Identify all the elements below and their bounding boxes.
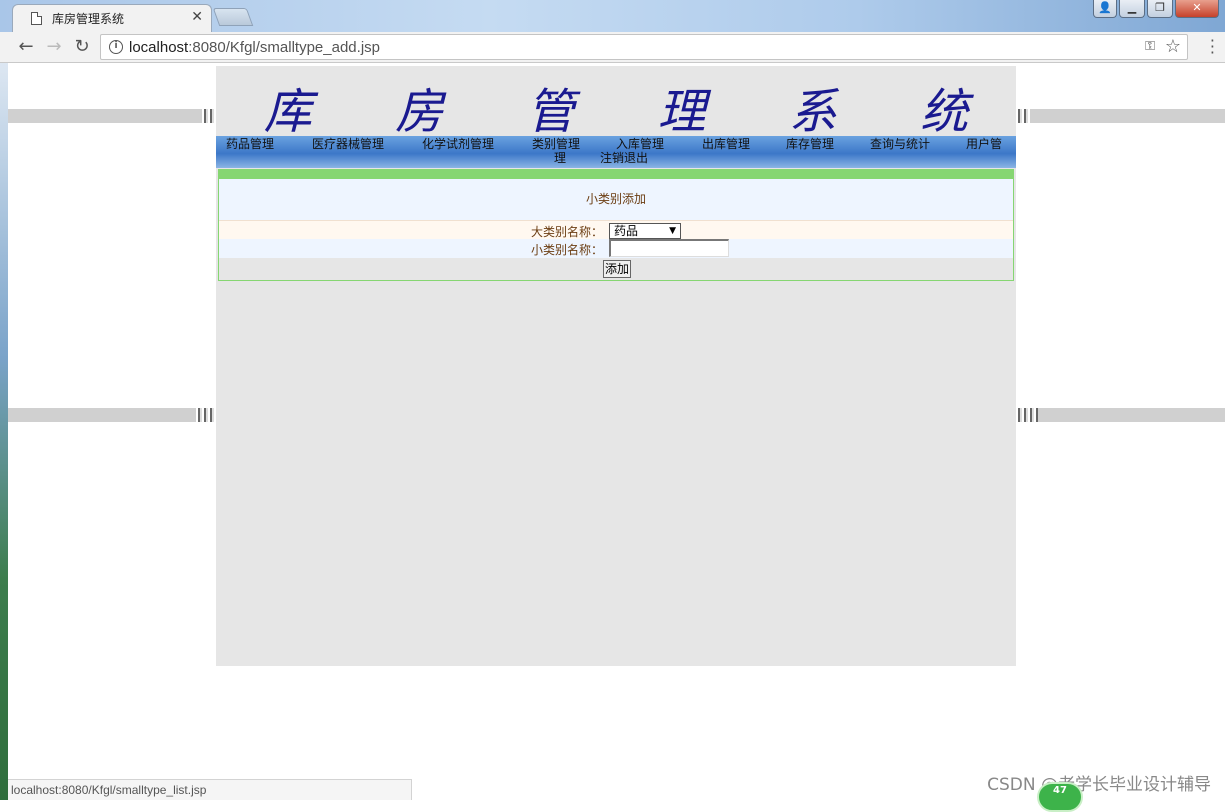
decor-bar-cap <box>1016 408 1038 422</box>
site-title: 库 房 管 理 系 统 <box>263 84 1003 140</box>
decor-bar <box>1030 109 1225 123</box>
reload-icon[interactable]: ↻ <box>70 36 94 57</box>
menu-users[interactable]: 用户管 <box>966 137 1002 152</box>
menu-query[interactable]: 查询与统计 <box>870 137 930 152</box>
new-tab-button[interactable] <box>212 8 254 26</box>
main-menu: 药品管理 医疗器械管理 化学试剂管理 类别管理 理 入库管理 出库管理 库存管理… <box>216 136 1016 168</box>
menu-stock[interactable]: 库存管理 <box>786 137 834 152</box>
close-window-button[interactable]: ✕ <box>1175 0 1219 18</box>
floating-badge[interactable]: 47 <box>1037 782 1083 812</box>
browser-toolbar: ← → ↻ i localhost:8080/Kfgl/smalltype_ad… <box>0 32 1225 63</box>
big-type-label: 大类别名称： <box>530 225 603 239</box>
status-bar-url: localhost:8080/Kfgl/smalltype_list.jsp <box>8 779 412 800</box>
minimize-button[interactable]: ▁ <box>1119 0 1145 18</box>
form-header-bar <box>218 169 1014 179</box>
kebab-menu-icon[interactable]: · · · <box>1210 33 1215 61</box>
decor-bar-cap <box>196 408 216 422</box>
menu-reagents[interactable]: 化学试剂管理 <box>422 137 494 152</box>
url-path: :8080/Kfgl/smalltype_add.jsp <box>188 38 380 56</box>
page-icon <box>31 12 42 25</box>
desktop-edge <box>0 63 8 800</box>
form-row-big-type: 大类别名称： 药品 ▼ <box>219 220 1013 239</box>
back-arrow-icon[interactable]: ← <box>14 36 38 57</box>
menu-logout[interactable]: 注销退出 <box>600 151 648 166</box>
forward-arrow-icon[interactable]: → <box>42 36 66 57</box>
browser-titlebar: 库房管理系统 ✕ 👤 ▁ ❐ ✕ <box>0 0 1225 32</box>
close-tab-icon[interactable]: ✕ <box>191 9 203 25</box>
big-type-selected: 药品 <box>614 224 639 238</box>
add-button[interactable]: 添加 <box>603 260 631 278</box>
key-icon[interactable]: ⚿ <box>1145 39 1155 54</box>
url-host: localhost <box>129 38 189 56</box>
tab-title: 库房管理系统 <box>52 12 125 26</box>
form-row-small-type: 小类别名称： <box>219 239 1013 258</box>
page-container: 库 房 管 理 系 统 药品管理 医疗器械管理 化学试剂管理 类别管理 理 入库… <box>216 66 1016 666</box>
small-type-label: 小类别名称： <box>530 243 603 257</box>
dropdown-arrow-icon: ▼ <box>669 226 676 236</box>
url-text: localhost:8080/Kfgl/smalltype_add.jsp <box>129 39 380 56</box>
menu-outbound[interactable]: 出库管理 <box>702 137 750 152</box>
menu-categories[interactable]: 类别管理 <box>532 137 580 152</box>
decor-bar <box>8 408 204 422</box>
maximize-button[interactable]: ❐ <box>1147 0 1173 18</box>
browser-tab[interactable]: 库房管理系统 ✕ <box>12 4 212 32</box>
decor-bar <box>8 109 204 123</box>
site-banner: 库 房 管 理 系 统 <box>216 66 1016 140</box>
small-type-input[interactable] <box>609 239 729 257</box>
decor-bar-cap <box>202 109 216 123</box>
big-type-select[interactable]: 药品 ▼ <box>609 223 681 239</box>
user-icon[interactable]: 👤 <box>1093 0 1117 18</box>
window-controls: 👤 ▁ ❐ ✕ <box>1093 0 1219 18</box>
menu-categories-wrap[interactable]: 理 <box>554 151 566 166</box>
info-icon[interactable]: i <box>109 40 123 54</box>
menu-devices[interactable]: 医疗器械管理 <box>312 137 384 152</box>
decor-bar-cap <box>1016 109 1030 123</box>
menu-inbound[interactable]: 入库管理 <box>616 137 664 152</box>
address-bar[interactable]: i localhost:8080/Kfgl/smalltype_add.jsp … <box>100 34 1188 60</box>
decor-bar <box>1038 408 1225 422</box>
menu-drugs[interactable]: 药品管理 <box>226 137 274 152</box>
bookmark-star-icon[interactable]: ☆ <box>1165 36 1181 57</box>
form-row-submit: 添加 <box>219 258 1013 280</box>
watermark: CSDN @老学长毕业设计辅导 <box>987 775 1211 795</box>
form-heading: 小类别添加 <box>585 192 646 206</box>
add-subcategory-form: 小类别添加 大类别名称： 药品 ▼ 小类别名称： 添加 <box>218 179 1014 281</box>
